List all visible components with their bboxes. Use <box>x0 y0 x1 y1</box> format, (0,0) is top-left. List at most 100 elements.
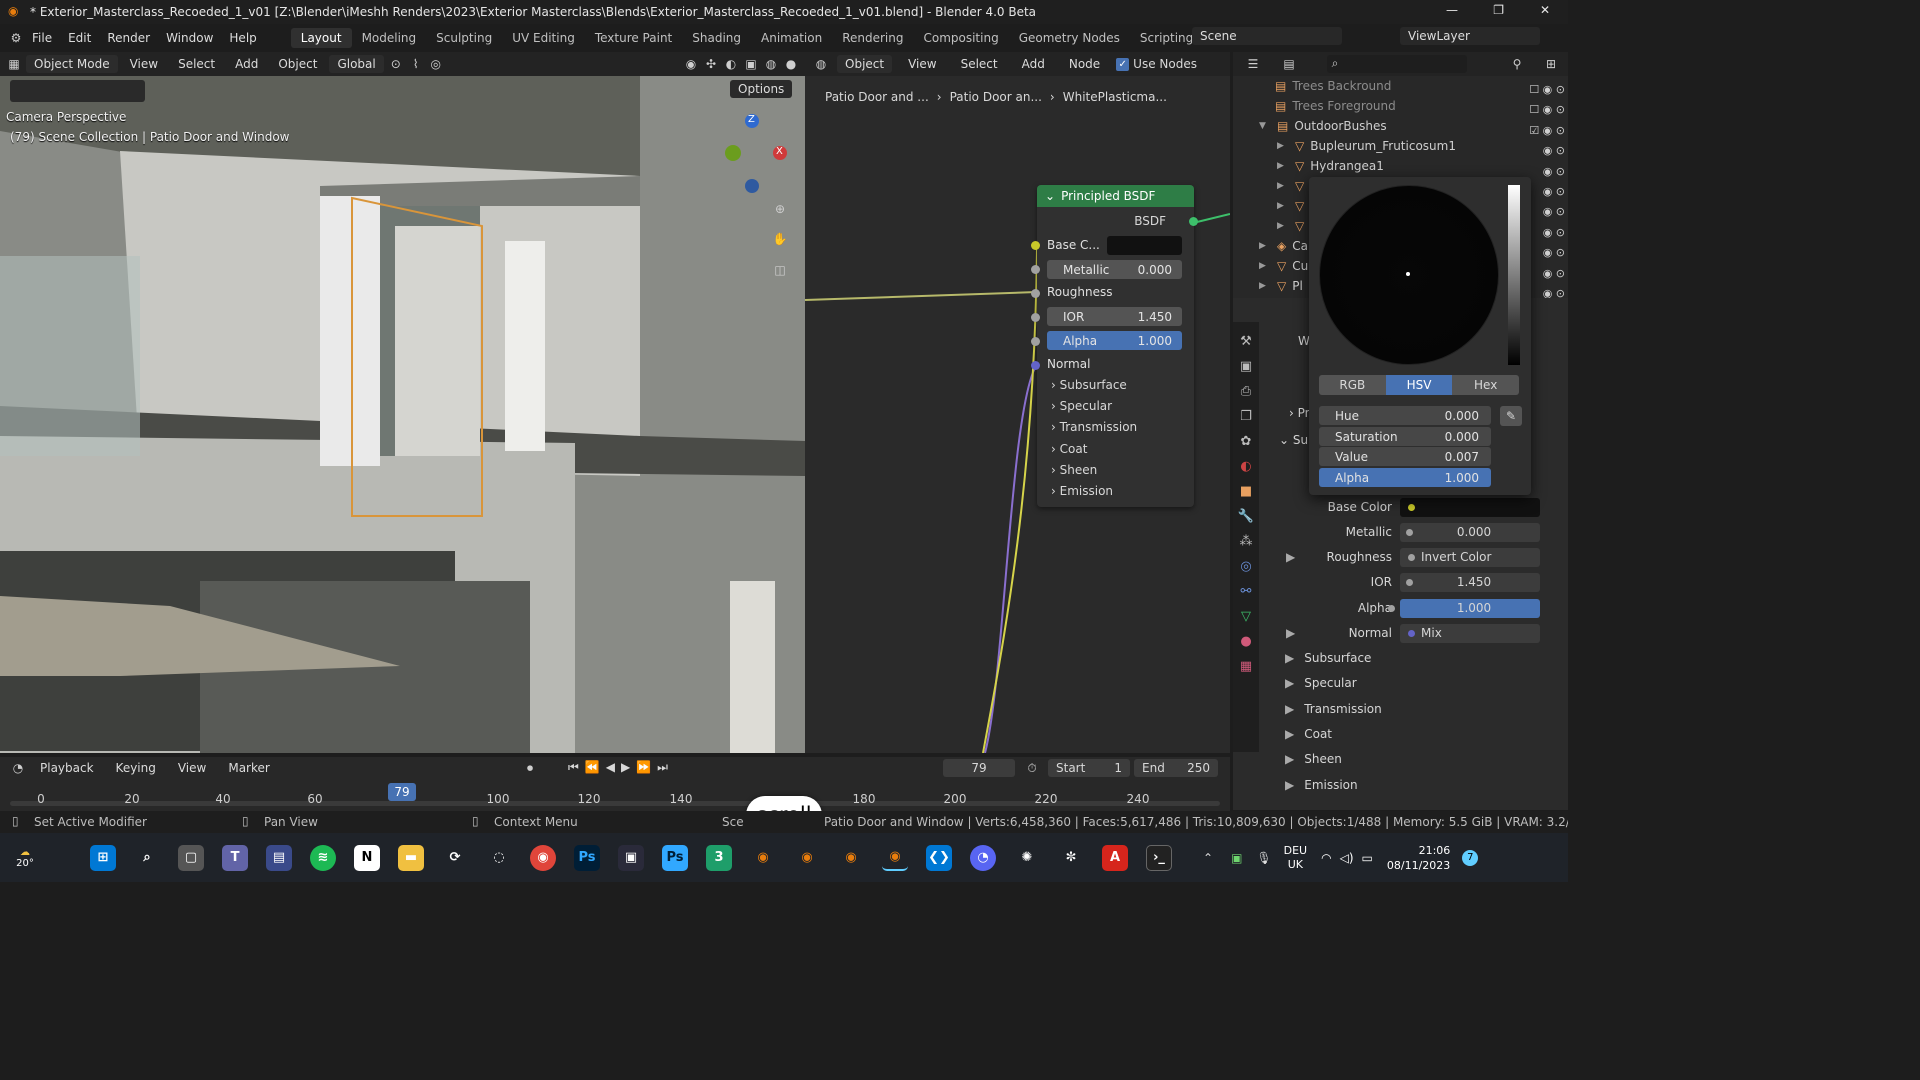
proportional-icon[interactable]: ◎ <box>428 56 444 72</box>
prop-section-sheen[interactable]: ▶ Sheen <box>1285 752 1342 766</box>
color-wheel-cursor[interactable] <box>1406 272 1410 276</box>
viewport-menu-add[interactable]: Add <box>227 57 266 71</box>
node-panel-transmission[interactable]: › Transmission <box>1051 420 1137 434</box>
prop-ior-field[interactable]: 1.450 <box>1400 572 1540 592</box>
menu-edit[interactable]: Edit <box>60 31 99 45</box>
app-icon[interactable]: ▣ <box>618 844 644 871</box>
tab-rendering[interactable]: Rendering <box>832 28 913 48</box>
viewport-menu-view[interactable]: View <box>122 57 166 71</box>
viewport-menu-select[interactable]: Select <box>170 57 223 71</box>
camera-icon[interactable]: ◫ <box>772 262 788 278</box>
editor-type-icon[interactable]: ▦ <box>6 56 22 72</box>
wifi-icon[interactable]: ◠ <box>1321 851 1331 865</box>
notion-icon[interactable]: N <box>354 844 380 871</box>
clock[interactable]: 21:06 08/11/2023 <box>1387 843 1450 873</box>
eyedropper-icon[interactable]: ✎ <box>1500 406 1522 426</box>
select-tool-group[interactable] <box>10 80 145 102</box>
render-tab-icon[interactable]: ▣ <box>1240 359 1252 374</box>
tab-geometry-nodes[interactable]: Geometry Nodes <box>1009 28 1130 48</box>
tray-overflow-icon[interactable]: ⌃ <box>1203 851 1213 865</box>
timeline-editor-icon[interactable]: ◔ <box>10 760 26 776</box>
orientation-dropdown[interactable]: Global <box>329 55 384 73</box>
value-field[interactable]: Value 0.007 <box>1319 447 1491 466</box>
start-frame-field[interactable]: Start 1 <box>1048 759 1130 777</box>
alpha-field[interactable]: Alpha 1.000 <box>1047 331 1182 350</box>
photoshop-icon[interactable]: Ps <box>574 844 600 871</box>
file-explorer-icon[interactable]: ▬ <box>398 844 424 871</box>
tab-compositing[interactable]: Compositing <box>913 28 1008 48</box>
gizmo-icon[interactable]: ✣ <box>703 56 719 72</box>
visibility-icon[interactable]: ◉ <box>683 56 699 72</box>
prop-alpha-field[interactable]: 1.000 <box>1388 598 1540 618</box>
davinci-icon[interactable]: ✼ <box>1058 845 1084 871</box>
viewport-menu-object[interactable]: Object <box>270 57 325 71</box>
options-dropdown[interactable]: Options <box>730 80 793 98</box>
new-collection-icon[interactable]: ⊞ <box>1543 56 1559 72</box>
ior-field[interactable]: IOR 1.450 <box>1047 307 1182 326</box>
spotify-icon[interactable]: ≋ <box>310 844 336 871</box>
chrome-icon[interactable]: ◉ <box>530 844 556 871</box>
node-menu-select[interactable]: Select <box>953 57 1006 71</box>
menu-render[interactable]: Render <box>99 31 158 45</box>
pan-hand-icon[interactable]: ✋ <box>772 231 788 247</box>
terminal-icon[interactable]: ›_ <box>1146 844 1172 871</box>
tab-shading[interactable]: Shading <box>682 28 751 48</box>
metallic-socket[interactable] <box>1031 265 1040 274</box>
texture-tab-icon[interactable]: ▦ <box>1240 659 1252 674</box>
mode-dropdown[interactable]: Object Mode <box>26 55 118 73</box>
app-icon[interactable]: ◌ <box>486 845 512 871</box>
node-menu-view[interactable]: View <box>900 57 944 71</box>
node-menu-add[interactable]: Add <box>1014 57 1053 71</box>
blender-icon[interactable]: ◉ <box>838 845 864 871</box>
mode-hsv-tab[interactable]: HSV <box>1385 375 1453 395</box>
modifier-tab-icon[interactable]: 🔧 <box>1238 509 1254 524</box>
menu-file[interactable]: File <box>24 31 60 45</box>
blender-icon[interactable]: ◉ <box>750 845 776 871</box>
battery-icon[interactable]: ▭ <box>1362 851 1373 865</box>
bsdf-output-socket[interactable] <box>1189 217 1198 226</box>
view-layer-tab-icon[interactable]: ❐ <box>1240 409 1252 424</box>
alpha-socket[interactable] <box>1031 337 1040 346</box>
node-type-dropdown[interactable]: Object <box>837 55 893 73</box>
use-nodes-checkbox[interactable]: ✓ Use Nodes <box>1116 57 1197 71</box>
record-icon[interactable]: ⏺ <box>522 760 538 776</box>
timeline-view-menu[interactable]: View <box>170 761 214 775</box>
color-picker-popup[interactable]: RGB HSV Hex Hue 0.000 Saturation 0.000 Val… <box>1309 177 1531 495</box>
node-menu-node[interactable]: Node <box>1061 57 1108 71</box>
object-tab-icon[interactable]: ■ <box>1240 484 1252 499</box>
tab-uv-editing[interactable]: UV Editing <box>502 28 585 48</box>
zoom-icon[interactable]: ⊕ <box>772 201 788 217</box>
tab-modeling[interactable]: Modeling <box>352 28 427 48</box>
display-mode-icon[interactable]: ▤ <box>1281 56 1297 72</box>
tab-texture-paint[interactable]: Texture Paint <box>585 28 682 48</box>
microphone-icon[interactable]: 🎙 <box>1256 851 1271 865</box>
roughness-socket[interactable] <box>1031 289 1040 298</box>
saturation-field[interactable]: Saturation 0.000 <box>1319 427 1491 446</box>
menu-help[interactable]: Help <box>221 31 264 45</box>
vscode-icon[interactable]: ❮❯ <box>926 844 952 871</box>
base-color-socket[interactable] <box>1031 241 1040 250</box>
material-tab-icon[interactable]: ● <box>1240 634 1251 649</box>
output-tab-icon[interactable]: ⎙ <box>1241 384 1251 399</box>
particles-tab-icon[interactable]: ⁂ <box>1240 534 1253 549</box>
filter-icon[interactable]: ⚲ <box>1509 56 1525 72</box>
sync-icon[interactable]: ⟳ <box>442 845 468 871</box>
blender-icon[interactable]: ◉ <box>794 845 820 871</box>
prop-roughness-link[interactable]: Invert Color <box>1400 547 1540 567</box>
scene-tab-icon[interactable]: ✿ <box>1241 434 1252 449</box>
timeline-playback-menu[interactable]: Playback <box>32 761 102 775</box>
solid-shading-icon[interactable]: ● <box>783 56 799 72</box>
hue-field[interactable]: Hue 0.000 <box>1319 406 1491 425</box>
app-3-icon[interactable]: 3 <box>706 844 732 871</box>
task-view-icon[interactable]: ▢ <box>178 844 204 871</box>
prop-section-subsurface[interactable]: ▶ Subsurface <box>1285 651 1371 665</box>
app-icon[interactable]: ▤ <box>266 844 292 871</box>
physics-tab-icon[interactable]: ◎ <box>1240 559 1251 574</box>
maximize-icon[interactable]: ❐ <box>1493 3 1504 17</box>
wireframe-shading-icon[interactable]: ◍ <box>763 56 779 72</box>
scene-selector[interactable]: Scene <box>1192 27 1342 45</box>
prop-section-specular[interactable]: ▶ Specular <box>1285 676 1357 690</box>
overlay-icon[interactable]: ◐ <box>723 56 739 72</box>
xray-icon[interactable]: ▣ <box>743 56 759 72</box>
playback-controls[interactable]: ⏮⏪◀▶⏩⏭ <box>568 760 674 775</box>
